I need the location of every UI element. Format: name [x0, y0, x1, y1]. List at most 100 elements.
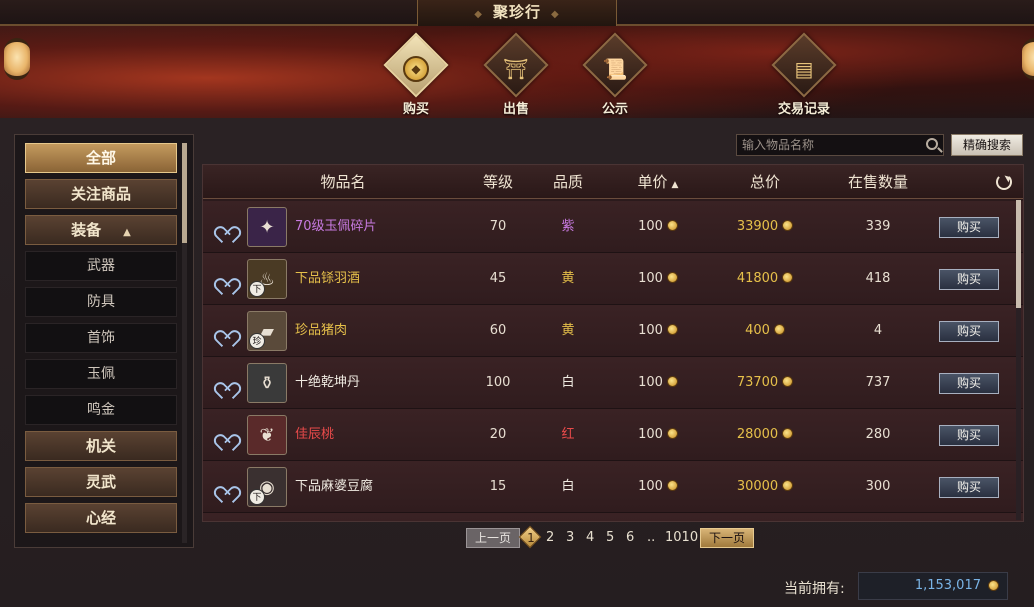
item-qty: 737 — [865, 375, 891, 390]
sidebar-item-xinjing[interactable]: 心经 — [25, 503, 177, 533]
item-quality: 白 — [561, 375, 575, 390]
item-quality: 黄 — [561, 323, 575, 338]
sidebar-scroll-thumb[interactable] — [182, 143, 187, 243]
header-name[interactable]: 物品名 — [293, 165, 393, 199]
header-unit-price[interactable]: 单价 ▲ — [623, 165, 693, 202]
sidebar-item-label: 全部 — [85, 149, 116, 167]
table-row[interactable]: ◉ 下下品麻婆豆腐 15 白 100 30000 300 购买 — [203, 461, 1023, 513]
header-quality[interactable]: 品质 — [543, 165, 593, 199]
total-price-value: 400 — [745, 323, 770, 338]
table-row[interactable]: ❦ 佳辰桃 20 红 100 28000 280 购买 — [203, 409, 1023, 461]
item-name: 佳辰桃 — [295, 427, 335, 442]
header-qty[interactable]: 在售数量 — [838, 165, 918, 199]
next-page-button[interactable]: 下一页 — [700, 528, 754, 548]
item-icon[interactable]: ◉ 下 — [247, 467, 287, 507]
sidebar-item-jade[interactable]: 玉佩 — [25, 359, 177, 389]
window-title-plate: ◆ 聚珍行 ◆ — [417, 0, 617, 26]
favorite-heart-icon[interactable] — [217, 219, 233, 233]
sidebar-item-mechanism[interactable]: 机关 — [25, 431, 177, 461]
item-icon[interactable]: ▰ 珍 — [247, 311, 287, 351]
coin-icon — [666, 324, 678, 335]
item-icon[interactable]: ❦ — [247, 415, 287, 455]
table-scroll-thumb[interactable] — [1016, 200, 1021, 308]
page-link[interactable]: 2 — [546, 528, 554, 548]
coin-icon — [666, 428, 678, 439]
table-row[interactable]: ♨ 下下品铩羽酒 45 黄 100 41800 418 购买 — [203, 253, 1023, 305]
buy-button[interactable]: 购买 — [939, 217, 999, 238]
sidebar-item-weapon[interactable]: 武器 — [25, 251, 177, 281]
total-price: 41800 — [723, 253, 807, 305]
item-level: 100 — [485, 375, 511, 390]
scroll-icon: 📜 — [602, 57, 628, 81]
current-page[interactable]: 1 — [526, 528, 536, 548]
table-scrollbar[interactable] — [1016, 200, 1021, 520]
favorite-heart-icon[interactable] — [217, 271, 233, 285]
sidebar-item-all[interactable]: 全部 — [25, 143, 177, 173]
search-input[interactable]: 输入物品名称 — [736, 134, 944, 156]
window-title: 聚珍行 — [492, 3, 541, 21]
search-placeholder: 输入物品名称 — [742, 138, 815, 152]
item-quality: 紫 — [561, 219, 575, 234]
ornament-icon: ◆ — [551, 9, 560, 20]
sort-asc-icon: ▲ — [671, 180, 679, 190]
sidebar-item-mingjin[interactable]: 鸣金 — [25, 395, 177, 425]
item-name: 70级玉佩碎片 — [295, 219, 377, 234]
title-bar: ◆ 聚珍行 ◆ — [0, 0, 1034, 26]
refresh-icon[interactable] — [996, 174, 1012, 190]
sidebar-item-favorites[interactable]: 关注商品 — [25, 179, 177, 209]
unit-price: 100 — [623, 357, 693, 409]
header-total[interactable]: 总价 — [733, 165, 797, 199]
buy-button[interactable]: 购买 — [939, 425, 999, 446]
table-row[interactable]: ✦ 70级玉佩碎片 70 紫 100 33900 339 购买 — [203, 201, 1023, 253]
favorite-heart-icon[interactable] — [217, 323, 233, 337]
favorite-heart-icon[interactable] — [217, 479, 233, 493]
buy-button[interactable]: 购买 — [939, 373, 999, 394]
exact-search-button[interactable]: 精确搜索 — [951, 134, 1023, 156]
item-level: 60 — [489, 323, 507, 338]
sidebar-item-label: 装备 — [71, 221, 102, 239]
total-price: 28000 — [723, 409, 807, 461]
search-icon[interactable] — [926, 138, 938, 150]
unit-price-value: 100 — [638, 271, 663, 286]
page-link[interactable]: 3 — [566, 528, 574, 548]
sidebar-item-label: 灵武 — [85, 473, 116, 491]
jade-shard-icon: ✦ — [259, 216, 275, 238]
item-name: 下品麻婆豆腐 — [295, 479, 374, 494]
prev-page-button[interactable]: 上一页 — [466, 528, 520, 548]
page-link-last[interactable]: 1010 — [665, 528, 698, 548]
category-sidebar: 全部 关注商品 装备 ▲ 武器 防具 首饰 玉佩 鸣金 机关 灵武 心经 — [14, 134, 194, 548]
sidebar-scrollbar[interactable] — [182, 143, 187, 543]
table-row[interactable]: ⚱ 十绝乾坤丹 100 白 100 73700 737 购买 — [203, 357, 1023, 409]
item-icon[interactable]: ♨ 下 — [247, 259, 287, 299]
header-level[interactable]: 等级 — [473, 165, 523, 199]
favorite-heart-icon[interactable] — [217, 375, 233, 389]
page-ellipsis: .. — [647, 530, 656, 545]
page-link[interactable]: 6 — [626, 528, 634, 548]
tab-notice[interactable]: 📜 公示 — [570, 32, 660, 117]
sidebar-item-label: 心经 — [85, 509, 116, 527]
buy-button[interactable]: 购买 — [939, 269, 999, 290]
sidebar-item-jewelry[interactable]: 首饰 — [25, 323, 177, 353]
item-quality: 黄 — [561, 271, 575, 286]
coin-icon — [988, 580, 999, 591]
item-level: 20 — [489, 427, 507, 442]
item-quality: 红 — [561, 427, 575, 442]
sidebar-item-equipment[interactable]: 装备 ▲ — [25, 215, 177, 245]
favorite-heart-icon[interactable] — [217, 427, 233, 441]
coin-icon — [666, 480, 678, 491]
tab-trade-log[interactable]: ▤ 交易记录 — [759, 32, 849, 117]
sidebar-item-lingwu[interactable]: 灵武 — [25, 467, 177, 497]
page-link[interactable]: 5 — [606, 528, 614, 548]
table-row[interactable]: ▰ 珍珍品猪肉 60 黄 100 400 4 购买 — [203, 305, 1023, 357]
lantern-left-icon — [4, 38, 30, 80]
tab-buy[interactable]: ◆ 购买 — [371, 32, 461, 117]
tab-sell[interactable]: ⛩ 出售 — [471, 32, 561, 117]
item-icon[interactable]: ✦ — [247, 207, 287, 247]
page-link[interactable]: 4 — [586, 528, 594, 548]
sidebar-item-armor[interactable]: 防具 — [25, 287, 177, 317]
buy-button[interactable]: 购买 — [939, 321, 999, 342]
buy-button[interactable]: 购买 — [939, 477, 999, 498]
lantern-right-icon — [1022, 38, 1034, 80]
total-price: 73700 — [723, 357, 807, 409]
item-icon[interactable]: ⚱ — [247, 363, 287, 403]
